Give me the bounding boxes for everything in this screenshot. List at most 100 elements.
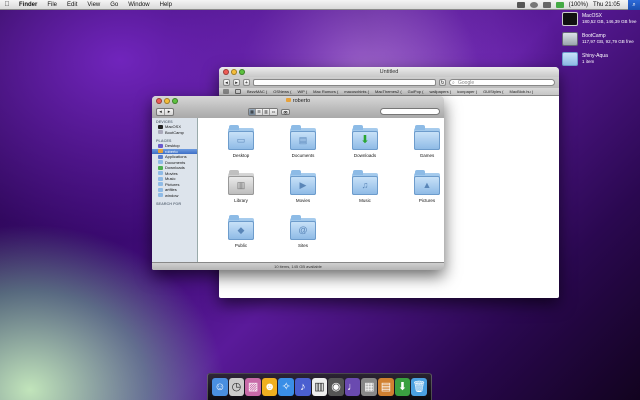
bookmark-item[interactable]: wallpapers ( bbox=[429, 89, 451, 94]
music-player-icon[interactable]: ♩ bbox=[344, 378, 361, 396]
safari-toolbar: ◂ ▸ + ↻ ⌕ Google bbox=[219, 77, 559, 88]
menu-view[interactable]: View bbox=[82, 2, 105, 8]
bookmark-item[interactable]: GuiPop ( bbox=[408, 89, 424, 94]
menu-edit[interactable]: Edit bbox=[62, 2, 82, 8]
folder-item-games[interactable]: Games bbox=[396, 122, 458, 165]
desktop-folder-icon: ▭ bbox=[228, 125, 254, 151]
top-sites-icon[interactable] bbox=[235, 89, 241, 94]
media-icon[interactable]: ◉ bbox=[328, 378, 344, 396]
finder-status-bar: 10 items, 145 GB available bbox=[152, 262, 444, 270]
volume-icon[interactable] bbox=[542, 1, 551, 8]
folder-item-public[interactable]: ◆ Public bbox=[210, 212, 272, 255]
bookmark-item[interactable]: MacBlob.hu ( bbox=[510, 89, 534, 94]
folder-glyph: ▭ bbox=[236, 135, 246, 145]
coverflow-view-button[interactable]: ▭ bbox=[270, 108, 277, 115]
folder-item-desktop[interactable]: ▭ Desktop bbox=[210, 122, 272, 165]
sidebar-item-label: roberto bbox=[165, 148, 178, 154]
piano-icon[interactable]: ▥ bbox=[311, 378, 328, 396]
back-button[interactable]: ◂ bbox=[157, 108, 165, 115]
safari-titlebar[interactable]: Untitled bbox=[219, 67, 559, 77]
bookmark-item[interactable]: Mac Rumors ( bbox=[313, 89, 338, 94]
forward-button[interactable]: ▸ bbox=[233, 79, 240, 86]
notes-icon[interactable]: ▤ bbox=[378, 378, 394, 396]
folder-item-pictures[interactable]: ▲ Pictures bbox=[396, 167, 458, 210]
folder-item-music[interactable]: ♫ Music bbox=[334, 167, 396, 210]
sidebar-item-label: Applications bbox=[165, 154, 187, 160]
desktop-folder-shiny-aqua[interactable]: Shiny-Aqua 1 item bbox=[562, 52, 608, 66]
finder-search-input[interactable] bbox=[380, 108, 440, 115]
spotlight-icon[interactable]: ⌕ bbox=[628, 0, 640, 10]
bookmark-item[interactable]: macosxhints ( bbox=[344, 89, 369, 94]
list-view-button[interactable]: ☰ bbox=[256, 108, 263, 115]
chat-icon[interactable]: ☻ bbox=[261, 378, 278, 396]
bookmark-item[interactable]: BezzMAC ( bbox=[247, 89, 267, 94]
bookmark-item[interactable]: WiP ( bbox=[297, 89, 307, 94]
finder-content: ▭ Desktop ▤ Documents ⬇ Downloads Games … bbox=[198, 118, 444, 262]
sidebar-header-search: SEARCH FOR bbox=[156, 202, 182, 206]
forward-button[interactable]: ▸ bbox=[165, 109, 173, 115]
folder-item-movies[interactable]: ▶ Movies bbox=[272, 167, 334, 210]
monitor-icon bbox=[562, 12, 578, 26]
folder-glyph: ◆ bbox=[237, 225, 245, 235]
desktop-disk-bootcamp[interactable]: BootCamp 117,97 GB, 92,79 GB free bbox=[562, 32, 634, 46]
bookmark-item[interactable]: GUIStyles ( bbox=[483, 89, 503, 94]
folder-icon bbox=[562, 52, 578, 66]
folder-icon bbox=[158, 176, 163, 181]
folder-label: Desktop bbox=[232, 153, 250, 158]
sidebar-item-label: Documents bbox=[165, 159, 186, 165]
folder-label: Movies bbox=[295, 198, 311, 203]
magnifier-icon: ⌕ bbox=[452, 80, 455, 86]
quicklook-button[interactable]: 👁 bbox=[281, 108, 290, 115]
bookmark-item[interactable]: MacThemes2 ( bbox=[375, 89, 402, 94]
menu-go[interactable]: Go bbox=[105, 2, 123, 8]
time-machine-icon[interactable] bbox=[516, 1, 525, 8]
bookmark-item[interactable]: OSNews ( bbox=[273, 89, 291, 94]
icon-view-button[interactable]: ▦ bbox=[249, 108, 256, 115]
games-folder-icon bbox=[414, 125, 440, 151]
folder-glyph: ▶ bbox=[299, 180, 307, 190]
bookmarks-book-icon[interactable] bbox=[223, 89, 229, 94]
calculator-icon[interactable]: ▦ bbox=[361, 378, 378, 396]
menu-help[interactable]: Help bbox=[155, 2, 177, 8]
sidebar-item-label: BootCamp bbox=[165, 129, 184, 135]
column-view-button[interactable]: ▥ bbox=[263, 108, 270, 115]
folder-item-sites[interactable]: @ Sites bbox=[272, 212, 334, 255]
photos-icon[interactable]: ▨ bbox=[245, 378, 261, 396]
menu-file[interactable]: File bbox=[42, 2, 62, 8]
bookmark-item[interactable]: iconpaper ( bbox=[457, 89, 477, 94]
address-field[interactable] bbox=[253, 79, 436, 86]
disk-detail: 180,52 GB, 146,39 GB free bbox=[582, 19, 637, 24]
menu-bar:  Finder File Edit View Go Window Help (… bbox=[0, 0, 640, 10]
folder-item-library[interactable]: ▥ Library bbox=[210, 167, 272, 210]
safari-icon[interactable]: ✧ bbox=[278, 378, 295, 396]
finder-titlebar[interactable]: roberto ◂ ▸ ▦ ☰ ▥ ▭ 👁 bbox=[152, 96, 444, 118]
bookmarks-bar: BezzMAC ( OSNews ( WiP ( Mac Rumors ( ma… bbox=[219, 88, 559, 96]
finder-title-text: roberto bbox=[292, 98, 311, 104]
downloads-stack-icon[interactable]: ⬇ bbox=[394, 378, 411, 396]
clock-icon[interactable]: ◷ bbox=[228, 378, 245, 396]
menu-window[interactable]: Window bbox=[123, 2, 154, 8]
folder-item-downloads[interactable]: ⬇ Downloads bbox=[334, 122, 396, 165]
desktop-disk-macosx[interactable]: MacOSX 180,52 GB, 146,39 GB free bbox=[562, 12, 637, 26]
back-button[interactable]: ◂ bbox=[223, 79, 230, 86]
folder-glyph: ♫ bbox=[361, 180, 369, 190]
sidebar-item-label: Music bbox=[165, 176, 176, 182]
finder-icon[interactable]: ☺ bbox=[212, 378, 228, 396]
folder-glyph: ▤ bbox=[298, 135, 308, 145]
folder-item-documents[interactable]: ▤ Documents bbox=[272, 122, 334, 165]
library-folder-icon: ▥ bbox=[228, 170, 254, 196]
search-field[interactable]: ⌕ Google bbox=[449, 79, 555, 86]
trash-icon[interactable]: 🗑 bbox=[411, 378, 427, 396]
menu-app-name[interactable]: Finder bbox=[14, 2, 42, 8]
battery-icon[interactable] bbox=[555, 1, 564, 8]
add-bookmark-button[interactable]: + bbox=[243, 79, 250, 86]
sidebar-item-label: artfiles bbox=[165, 187, 177, 193]
apple-icon[interactable]:  bbox=[0, 1, 14, 8]
hard-drive-icon bbox=[158, 130, 163, 135]
itunes-icon[interactable]: ♪ bbox=[295, 378, 311, 396]
wifi-icon[interactable] bbox=[529, 1, 538, 8]
reload-button[interactable]: ↻ bbox=[439, 79, 446, 86]
folder-glyph: ⬇ bbox=[360, 134, 370, 146]
menu-clock[interactable]: Thu 21:05 bbox=[593, 2, 620, 8]
search-placeholder: Google bbox=[458, 80, 475, 86]
